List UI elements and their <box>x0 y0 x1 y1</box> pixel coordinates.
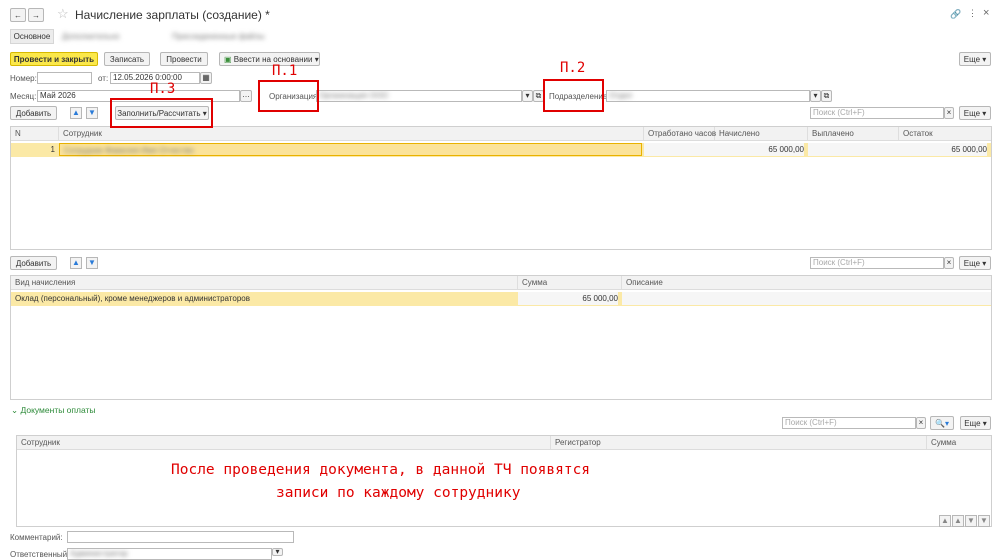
col-accrual-desc[interactable]: Описание <box>622 276 991 289</box>
employees-table: N Сотрудник Отработано часов Начислено В… <box>10 126 992 250</box>
tab-main-label: Основное <box>13 32 51 41</box>
window-title: Начисление зарплаты (создание) * <box>75 8 270 22</box>
move-up-icon[interactable]: ▲ <box>70 107 82 119</box>
scroll-up-icon[interactable]: ▲ <box>952 515 964 527</box>
department-open-icon[interactable]: ⧉ <box>821 90 832 102</box>
row-employee-value: Сотрудник Фамилия Имя Отчество <box>64 146 194 155</box>
col-rest[interactable]: Остаток <box>899 127 991 140</box>
responsible-dropdown[interactable]: ▾ <box>272 548 283 556</box>
row-paid <box>808 143 899 156</box>
accruals-table: Вид начисления Сумма Описание Оклад (пер… <box>10 275 992 400</box>
add-employee-button[interactable]: Добавить <box>10 106 57 120</box>
scroll-down-icon[interactable]: ▼ <box>965 515 977 527</box>
payments-section-title: Документы оплаты <box>20 405 96 415</box>
annotation-p2: П.2 <box>560 60 586 76</box>
row-accrual-desc <box>622 292 991 305</box>
col-pay-registrar[interactable]: Регистратор <box>551 436 927 449</box>
payments-more-label: Еще <box>964 419 981 428</box>
comment-label: Комментарий: <box>10 533 63 542</box>
organization-value: Организация ООО <box>319 91 389 100</box>
responsible-value: Администратор <box>70 549 128 558</box>
annotation-p3: П.3 <box>150 81 176 97</box>
col-n[interactable]: N <box>11 127 59 140</box>
payments-search-input[interactable]: Поиск (Ctrl+F) <box>782 417 916 429</box>
annotation-box-fill <box>110 98 213 128</box>
table2-search-clear-icon[interactable]: × <box>944 257 954 269</box>
col-hours[interactable]: Отработано часов <box>644 127 716 140</box>
move-down-icon[interactable]: ▼ <box>86 107 98 119</box>
number-label: Номер: <box>10 74 37 83</box>
table2-more-label: Еще <box>963 259 981 268</box>
back-button[interactable]: ← <box>10 8 26 22</box>
enter-based-button[interactable]: ▣ Ввести на основании ▾ <box>219 52 320 66</box>
accrual-move-up-icon[interactable]: ▲ <box>70 257 82 269</box>
post-and-close-button[interactable]: Провести и закрыть <box>10 52 98 66</box>
number-input[interactable] <box>37 72 92 84</box>
save-button[interactable]: Записать <box>104 52 150 66</box>
month-label: Месяц: <box>10 92 37 101</box>
col-pay-sum[interactable]: Сумма <box>927 436 991 449</box>
chevron-down-icon: ⌄ <box>11 405 19 415</box>
table2-search-input[interactable]: Поиск (Ctrl+F) <box>810 257 944 269</box>
row-hours <box>644 143 715 156</box>
table-row[interactable]: 1 Сотрудник Фамилия Имя Отчество 65 000,… <box>11 143 991 157</box>
table1-more-button[interactable]: Еще ▾ <box>959 106 991 120</box>
enter-based-icon: ▣ <box>224 55 232 64</box>
close-icon[interactable]: × <box>983 7 989 19</box>
table1-more-label: Еще <box>963 109 981 118</box>
row-accrual-sum: 65 000,00 <box>518 292 618 305</box>
organization-dropdown[interactable]: ▾ <box>522 90 533 102</box>
scroll-bottom-icon[interactable]: ▼ <box>978 515 990 527</box>
responsible-label: Ответственный: <box>10 550 70 559</box>
post-button[interactable]: Провести <box>160 52 208 66</box>
payments-section-toggle[interactable]: ⌄ Документы оплаты <box>11 405 96 416</box>
department-input[interactable]: Отдел <box>606 90 810 102</box>
col-accrual-sum[interactable]: Сумма <box>518 276 622 289</box>
table-row[interactable]: Оклад (персональный), кроме менеджеров и… <box>11 292 991 306</box>
comment-input[interactable] <box>67 531 294 543</box>
row-rest: 65 000,00 <box>899 143 987 156</box>
tab-files[interactable]: Присоединенные файлы <box>172 32 265 41</box>
forward-button[interactable]: → <box>28 8 44 22</box>
col-paid[interactable]: Выплачено <box>808 127 899 140</box>
table1-search-input[interactable]: Поиск (Ctrl+F) <box>810 107 944 119</box>
calendar-icon[interactable]: ▦ <box>200 72 212 84</box>
table2-more-button[interactable]: Еще ▾ <box>959 256 991 270</box>
row-n: 1 <box>50 145 55 154</box>
col-pay-employee[interactable]: Сотрудник <box>17 436 551 449</box>
more-button[interactable]: Еще ▾ <box>959 52 991 66</box>
more-label: Еще <box>963 55 981 64</box>
payments-more-button[interactable]: Еще ▾ <box>960 416 991 430</box>
link-icon[interactable]: 🔗 <box>950 9 961 20</box>
responsible-input[interactable]: Администратор <box>67 548 272 560</box>
row-accrued: 65 000,00 <box>715 143 804 156</box>
month-select-button[interactable]: … <box>240 90 252 102</box>
chevron-down-icon: ▾ <box>314 55 319 64</box>
tab-additional[interactable]: Дополнительно <box>62 32 120 41</box>
col-employee[interactable]: Сотрудник <box>59 127 644 140</box>
payments-search-button[interactable]: 🔍▾ <box>930 416 954 430</box>
row-employee[interactable]: Сотрудник Фамилия Имя Отчество <box>59 143 642 156</box>
row-accrual-kind: Оклад (персональный), кроме менеджеров и… <box>15 294 250 303</box>
col-accrual-kind[interactable]: Вид начисления <box>11 276 518 289</box>
more-vert-icon[interactable]: ⋮ <box>968 8 977 19</box>
date-label: от: <box>98 74 109 83</box>
accrual-move-down-icon[interactable]: ▼ <box>86 257 98 269</box>
tab-main[interactable]: Основное <box>10 29 54 44</box>
payments-table: Сотрудник Регистратор Сумма ▲ ▲ ▼ ▼ <box>16 435 992 527</box>
annotation-p1: П.1 <box>272 63 298 79</box>
department-dropdown[interactable]: ▾ <box>810 90 821 102</box>
add-accrual-button[interactable]: Добавить <box>10 256 57 270</box>
annotation-note-line1: После проведения документа, в данной ТЧ … <box>171 462 591 478</box>
organization-input[interactable]: Организация ООО <box>316 90 522 102</box>
star-icon[interactable]: ☆ <box>57 6 69 22</box>
annotation-note-line2: записи по каждому сотруднику <box>276 485 521 501</box>
payments-search-clear-icon[interactable]: × <box>916 417 926 429</box>
annotation-box-organization <box>258 80 319 112</box>
scroll-top-icon[interactable]: ▲ <box>939 515 951 527</box>
annotation-box-department <box>543 79 604 112</box>
department-value: Отдел <box>609 91 633 100</box>
col-accrued[interactable]: Начислено <box>715 127 808 140</box>
table1-search-clear-icon[interactable]: × <box>944 107 954 119</box>
